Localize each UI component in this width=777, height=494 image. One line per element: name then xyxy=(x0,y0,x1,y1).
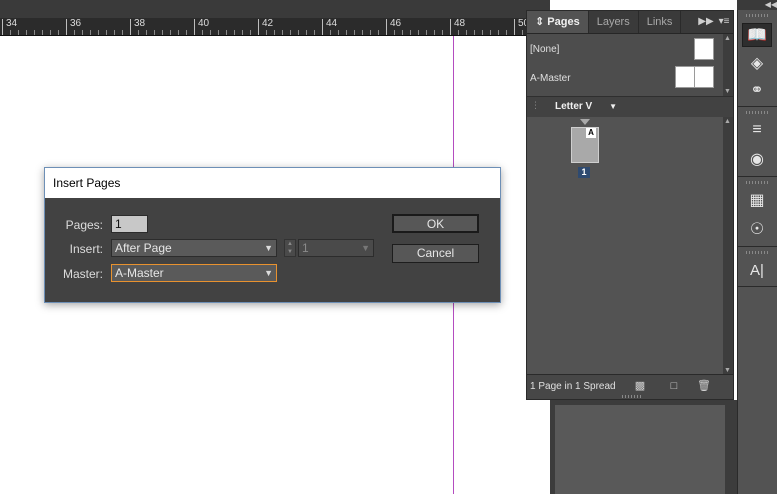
links-icon[interactable]: ⚭ xyxy=(742,78,772,102)
scroll-down-icon[interactable]: ▼ xyxy=(724,88,731,95)
page-size-value: Letter V xyxy=(555,101,593,112)
insert-dropdown-value: After Page xyxy=(115,241,172,255)
dock-divider xyxy=(738,286,777,287)
page-number-value: 1 xyxy=(302,241,309,255)
page-number-dropdown: 1 ▼ xyxy=(298,239,374,257)
page-number-stepper[interactable]: ▲ ▼ xyxy=(284,239,296,257)
masters-section: [None] A-Master ▲ ▼ xyxy=(527,34,733,97)
page-size-bar: ⋮ Letter V ▼ xyxy=(527,97,733,118)
chevron-down-icon: ▼ xyxy=(264,243,273,253)
collapse-panels-icon[interactable]: ◀◀ xyxy=(737,0,777,10)
expand-panel-icon[interactable]: ▶▶ xyxy=(697,11,715,33)
scroll-up-icon[interactable]: ▲ xyxy=(724,118,731,125)
drag-grip-icon[interactable]: ⋮ xyxy=(531,100,540,111)
cancel-button[interactable]: Cancel xyxy=(392,244,479,263)
table-icon[interactable]: ▦ xyxy=(742,188,772,212)
pasteboard xyxy=(550,400,737,494)
ruler-label: 44 xyxy=(326,18,338,29)
tab-pages[interactable]: ⇕ Pages xyxy=(527,11,589,33)
insert-label: Insert: xyxy=(69,242,103,256)
dock-divider xyxy=(738,246,777,247)
stroke-icon[interactable]: ≡ xyxy=(742,118,772,142)
tab-spacer xyxy=(681,11,697,33)
ruler-label: 48 xyxy=(454,18,466,29)
ok-button[interactable]: OK xyxy=(392,214,479,233)
dock-grip[interactable] xyxy=(746,111,768,114)
pages-input[interactable]: 1 xyxy=(111,215,148,233)
panel-tab-bar: ⇕ Pages Layers Links ▶▶ ▾≡ xyxy=(527,11,733,34)
master-none-thumbnail[interactable] xyxy=(694,38,714,60)
horizontal-ruler[interactable]: 34 36 38 40 42 44 46 48 50 xyxy=(0,0,550,36)
character-icon[interactable]: A| xyxy=(742,258,772,282)
masters-scrollbar[interactable]: ▲ ▼ xyxy=(723,34,733,96)
page-thumbnail[interactable]: A xyxy=(571,127,599,163)
ruler-label: 36 xyxy=(70,18,82,29)
tab-label: Pages xyxy=(547,16,580,28)
master-a-left-thumbnail[interactable] xyxy=(675,66,695,88)
pages-panel: ⇕ Pages Layers Links ▶▶ ▾≡ [None] A-Mast… xyxy=(526,10,734,400)
tab-links[interactable]: Links xyxy=(639,11,682,33)
master-a-label[interactable]: A-Master xyxy=(530,73,571,84)
panel-resize-grip[interactable] xyxy=(622,395,642,398)
dock-divider xyxy=(738,176,777,177)
master-none-label[interactable]: [None] xyxy=(530,44,559,55)
dock-grip[interactable] xyxy=(746,14,768,17)
pages-label: Pages: xyxy=(65,218,103,232)
dock-divider xyxy=(738,106,777,107)
page-size-dropdown[interactable]: Letter V ▼ xyxy=(543,97,617,117)
scroll-down-icon[interactable]: ▼ xyxy=(724,367,731,374)
ruler-label: 38 xyxy=(134,18,146,29)
tab-collapse-icon: ⇕ xyxy=(535,16,545,28)
chevron-down-icon: ▼ xyxy=(609,102,617,111)
tab-label: Layers xyxy=(596,16,630,28)
chevron-down-icon: ▼ xyxy=(264,268,273,278)
master-label: Master: xyxy=(62,267,103,281)
dialog-title: Insert Pages xyxy=(45,168,500,198)
page-number[interactable]: 1 xyxy=(578,167,590,178)
panel-dock: 📖 ◈ ⚭ ≡ ◉ ▦ ☉ A| xyxy=(737,10,777,494)
chevron-down-icon: ▼ xyxy=(361,243,370,253)
page-count-status: 1 Page in 1 Spread xyxy=(530,381,616,392)
master-badge: A xyxy=(586,128,596,138)
ruler-label: 42 xyxy=(262,18,274,29)
delete-page-icon[interactable]: 🗑 xyxy=(697,380,711,392)
ruler-ticks xyxy=(0,19,550,35)
pages-section: A 1 ▲ ▼ xyxy=(527,117,733,375)
pages-scrollbar[interactable]: ▲ ▼ xyxy=(723,117,733,375)
master-dropdown[interactable]: A-Master ▼ xyxy=(111,264,277,282)
new-page-icon[interactable]: □ xyxy=(668,380,680,392)
master-a-right-thumbnail[interactable] xyxy=(694,66,714,88)
insert-pages-dialog: Insert Pages Pages: 1 Insert: After Page… xyxy=(44,167,501,303)
edit-page-size-icon[interactable]: ▩ xyxy=(634,380,646,392)
insert-dropdown[interactable]: After Page ▼ xyxy=(111,239,277,257)
scroll-up-icon[interactable]: ▲ xyxy=(724,35,731,42)
layers-icon[interactable]: ◈ xyxy=(742,51,772,75)
tab-label: Links xyxy=(646,16,673,28)
master-dropdown-value: A-Master xyxy=(115,266,164,280)
dock-grip[interactable] xyxy=(746,251,768,254)
pasteboard-page-shadow xyxy=(555,405,725,494)
ruler-label: 40 xyxy=(198,18,210,29)
ruler-label: 46 xyxy=(390,18,402,29)
pages-icon[interactable]: 📖 xyxy=(742,23,772,47)
spread-marker-icon xyxy=(580,119,590,125)
tab-layers[interactable]: Layers xyxy=(589,11,639,33)
ruler-top-strip xyxy=(0,0,550,18)
dock-grip[interactable] xyxy=(746,181,768,184)
cc-libraries-icon[interactable]: ☉ xyxy=(742,217,772,241)
ruler-label: 34 xyxy=(6,18,18,29)
swatches-icon[interactable]: ◉ xyxy=(742,147,772,171)
panel-menu-icon[interactable]: ▾≡ xyxy=(715,11,733,33)
